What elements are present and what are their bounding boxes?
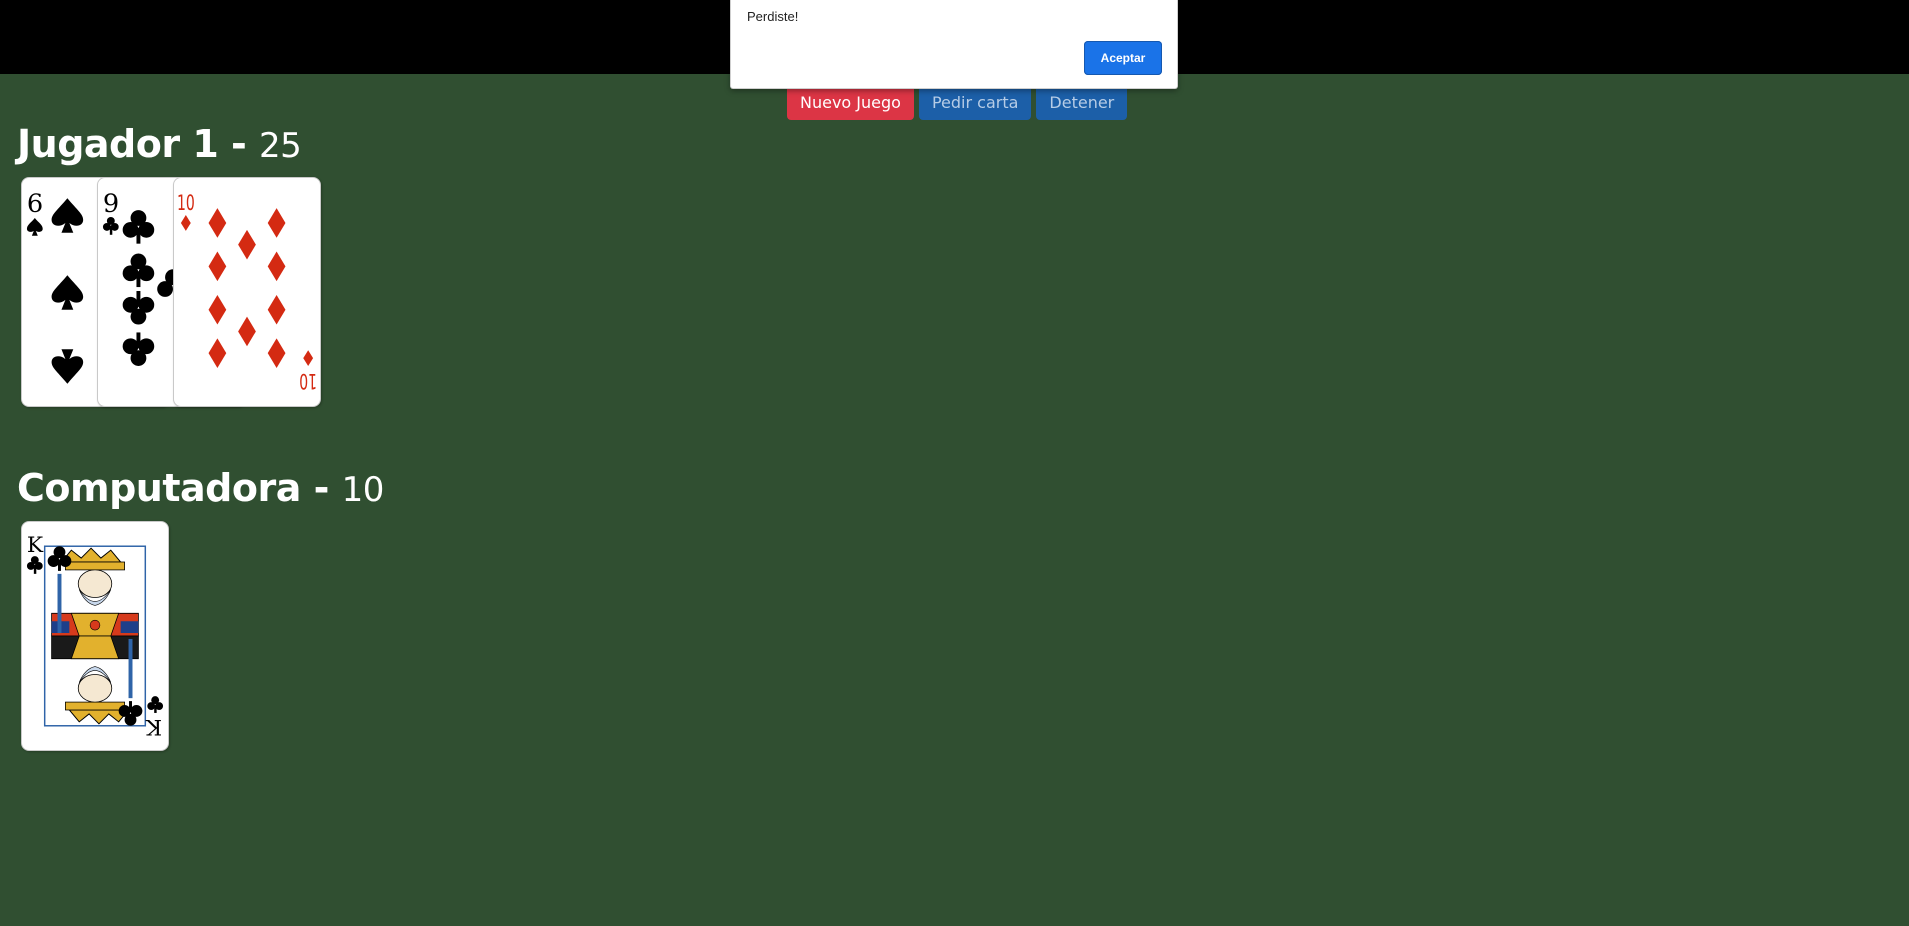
king-face-icon [43, 545, 147, 727]
club-pip-icon [122, 210, 155, 244]
computer-name: Computadora [17, 466, 301, 510]
computer-separator: - [313, 466, 330, 510]
player-separator: - [231, 122, 247, 166]
card-rank: 6 [27, 189, 43, 219]
stand-button[interactable]: Detener [1036, 85, 1128, 120]
player-card-ten-of-diamonds: 10 10 [173, 177, 321, 407]
player-name: Jugador 1 [17, 122, 219, 166]
club-pip-icon [122, 253, 155, 288]
club-index-icon [26, 556, 43, 574]
spade-pip-icon [51, 349, 84, 384]
computer-score-heading: Computadora - 10 [17, 466, 384, 510]
game-controls: Nuevo Juego Pedir carta Detener [787, 85, 1128, 120]
card-rank: K [27, 533, 44, 558]
alert-dialog: Perdiste! Aceptar [730, 0, 1178, 89]
new-game-button[interactable]: Nuevo Juego [787, 85, 914, 120]
alert-message: Perdiste! [747, 9, 799, 24]
computer-card-king-of-clubs: K K [21, 521, 169, 751]
club-index-icon [102, 217, 119, 235]
card-rank: 10 [177, 191, 195, 216]
spade-index-icon [26, 218, 43, 236]
player-score: 25 [259, 126, 302, 166]
alert-ok-button[interactable]: Aceptar [1084, 41, 1162, 75]
diamond-index-icon [180, 215, 191, 231]
card-rank: 9 [103, 189, 119, 219]
club-pip-icon [122, 291, 155, 325]
club-pip-icon [122, 332, 155, 366]
spade-pip-icon [51, 198, 84, 233]
club-index-icon [147, 696, 164, 713]
card-rank-inverted: 10 [299, 368, 317, 393]
diamond-pip-icon [208, 208, 314, 368]
spade-pip-icon [51, 275, 84, 310]
card-rank-inverted: K [145, 714, 162, 739]
player-score-heading: Jugador 1 - 25 [17, 122, 302, 166]
computer-score: 10 [341, 470, 385, 510]
hit-button[interactable]: Pedir carta [918, 85, 1032, 120]
